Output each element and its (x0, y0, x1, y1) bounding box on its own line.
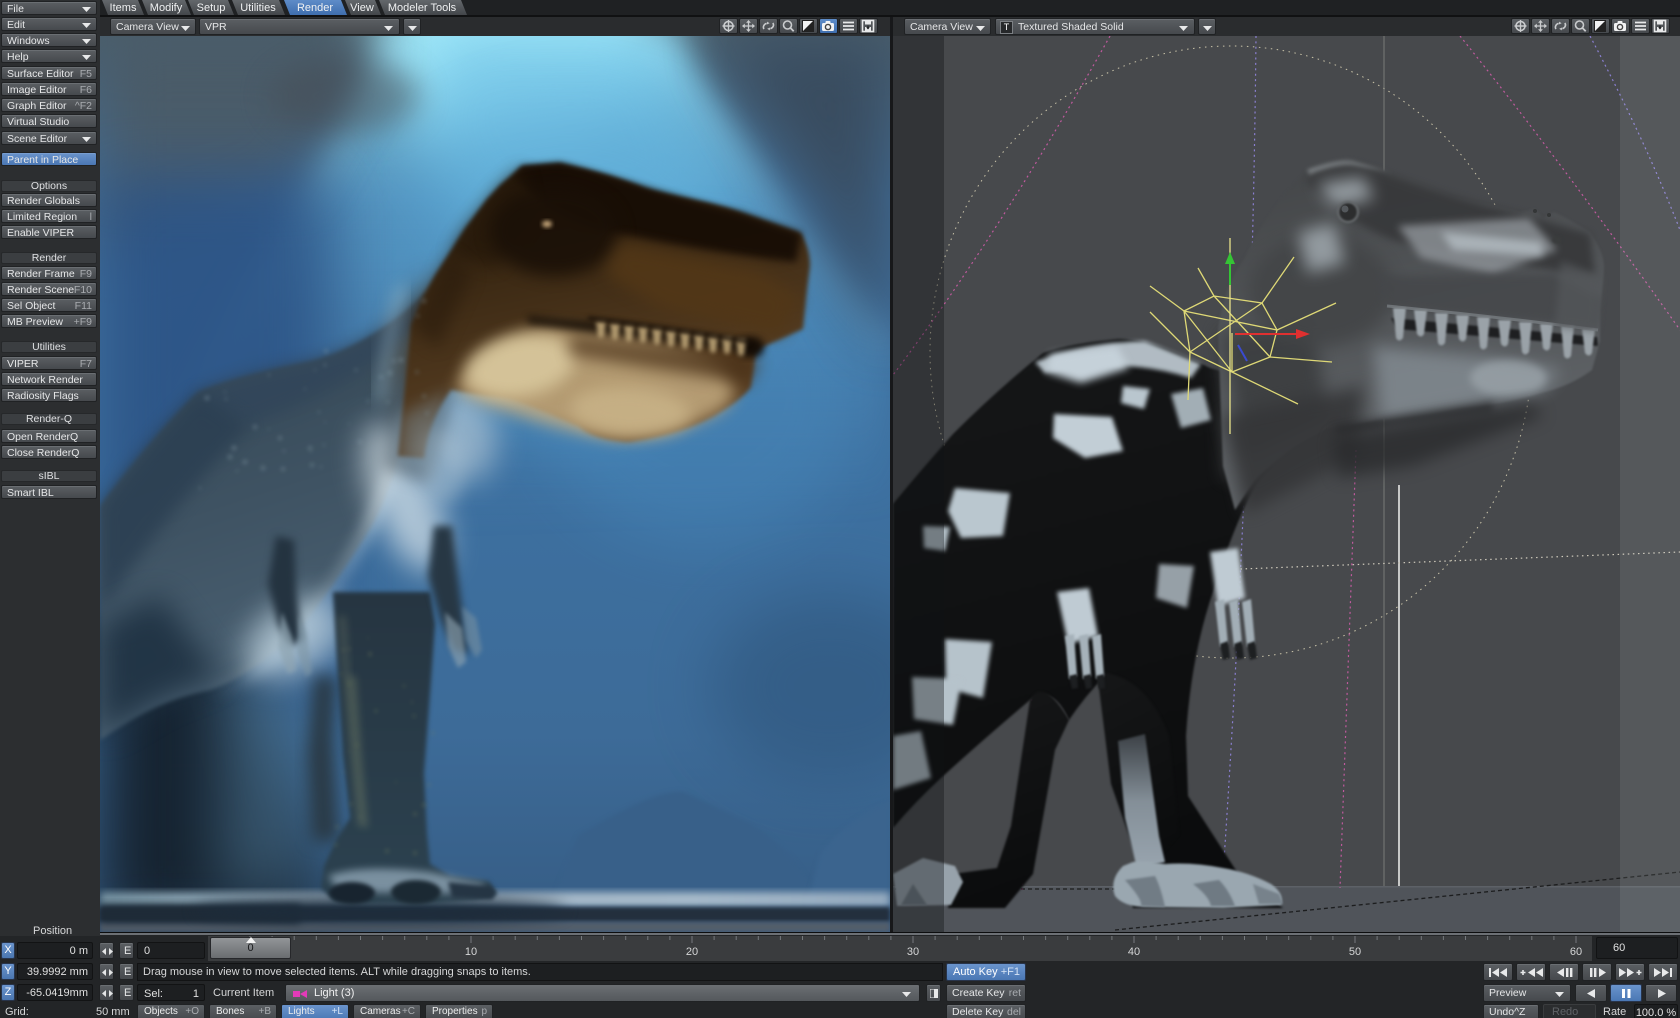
svg-text:Modeler Tools: Modeler Tools (388, 2, 457, 14)
svg-text:Items: Items (110, 2, 137, 14)
svg-text:30: 30 (907, 946, 919, 958)
svg-text:Utilities: Utilities (240, 2, 276, 14)
svg-text:50: 50 (1349, 946, 1361, 958)
svg-text:40: 40 (1128, 946, 1140, 958)
svg-text:20: 20 (686, 946, 698, 958)
svg-text:10: 10 (465, 946, 477, 958)
svg-text:Setup: Setup (197, 2, 226, 14)
svg-text:View: View (350, 2, 374, 14)
svg-text:60: 60 (1570, 946, 1582, 958)
svg-text:Modify: Modify (150, 2, 183, 14)
svg-text:Render: Render (297, 2, 333, 14)
